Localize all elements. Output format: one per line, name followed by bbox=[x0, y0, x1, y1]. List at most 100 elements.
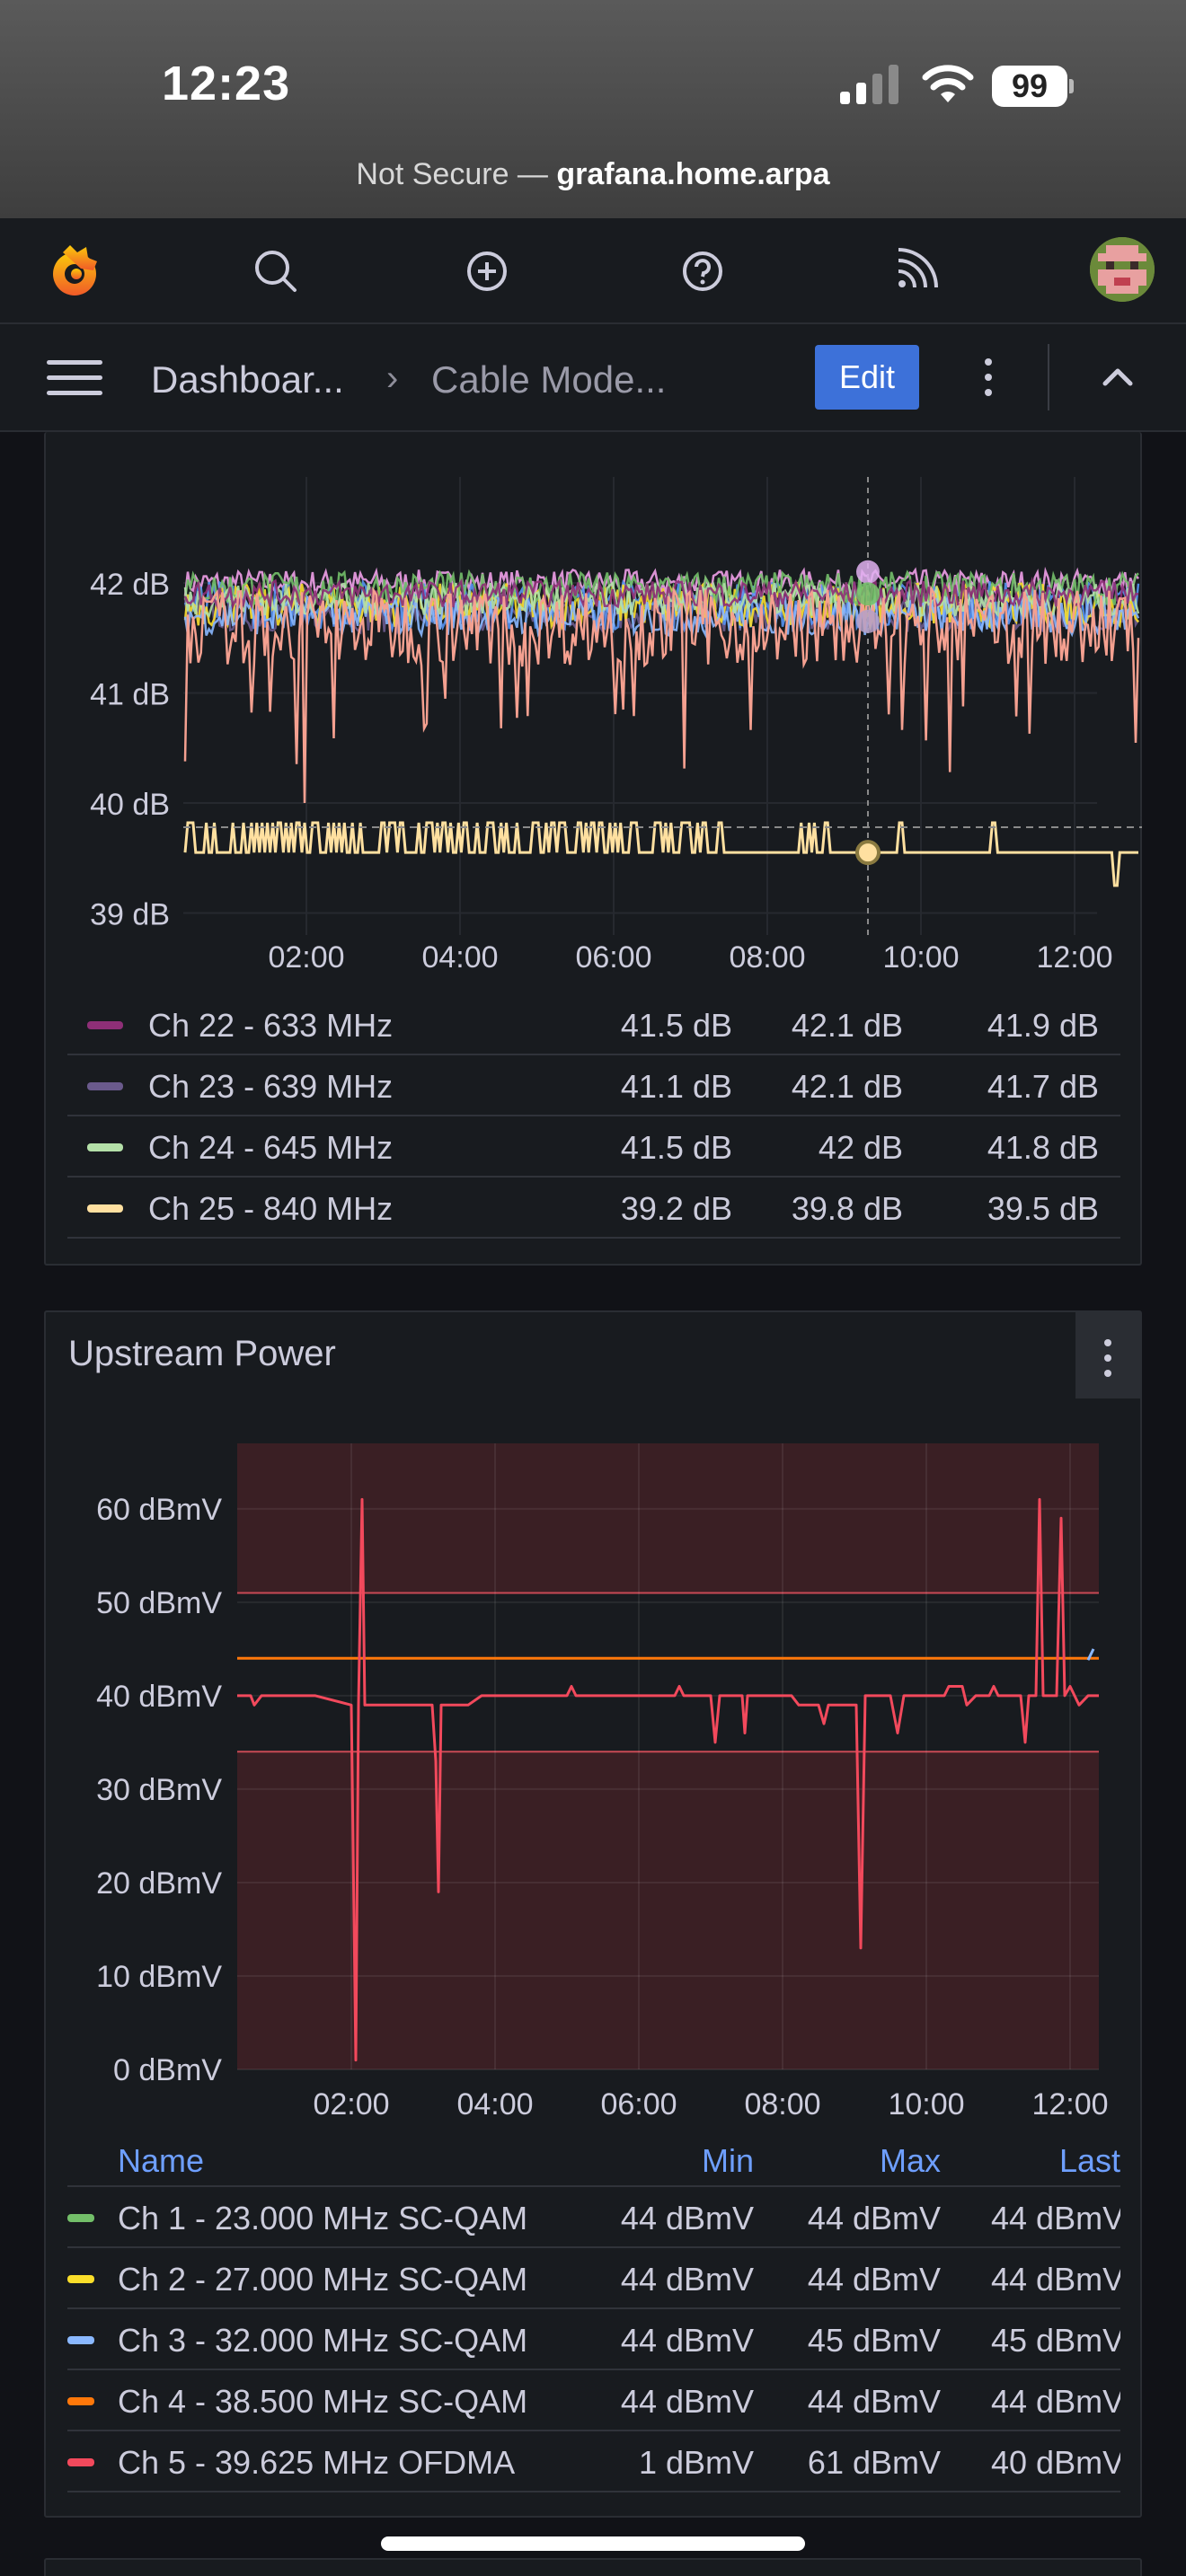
x-tick-label: 06:00 bbox=[600, 2087, 677, 2122]
x-tick-label: 10:00 bbox=[882, 940, 959, 975]
snr-panel: 42 dB 41 dB 40 dB 39 dB 02:00 04:00 06:00 08:00… bbox=[44, 432, 1142, 1266]
series-max: 42.1 dB bbox=[791, 1007, 903, 1044]
series-last: 45 dBmV bbox=[991, 2322, 1120, 2359]
series-max: 42.1 dB bbox=[791, 1068, 903, 1105]
legend-row[interactable]: Ch 23 - 639 MHz 41.1 dB 42.1 dB 41.7 dB bbox=[67, 1055, 1120, 1116]
series-max: 61 dBmV bbox=[807, 2444, 941, 2481]
url-bar[interactable]: Not Secure — grafana.home.arpa bbox=[0, 157, 1186, 192]
ios-status-bar: 12:23 99 Not Secure — grafana.home.arpa bbox=[0, 0, 1186, 218]
edit-button[interactable]: Edit bbox=[815, 345, 919, 410]
upstream-power-chart: 60 dBmV 50 dBmV 40 dBmV 30 dBmV 20 dBmV 10 dB… bbox=[96, 1443, 1109, 2122]
legend-row[interactable]: Ch 1 - 23.000 MHz SC-QAM 44 dBmV 44 dBmV 44… bbox=[67, 2187, 1120, 2248]
series-min: 44 dBmV bbox=[620, 2261, 754, 2298]
series-name: Ch 22 - 633 MHz bbox=[148, 1007, 394, 1044]
series-max: 44 dBmV bbox=[807, 2200, 941, 2236]
series-max: 39.8 dB bbox=[791, 1190, 903, 1227]
y-tick-label: 30 dBmV bbox=[96, 1773, 222, 1807]
panel-menu-icon[interactable] bbox=[1075, 1312, 1140, 1398]
series-name: Ch 2 - 27.000 MHz SC-QAM bbox=[118, 2261, 528, 2298]
legend-row[interactable]: Ch 25 - 840 MHz 39.2 dB 39.8 dB 39.5 dB bbox=[67, 1178, 1120, 1239]
y-tick-label: 40 dBmV bbox=[96, 1680, 222, 1714]
series-color-swatch bbox=[67, 2458, 94, 2466]
help-icon[interactable] bbox=[673, 242, 732, 301]
y-tick-label: 20 dBmV bbox=[96, 1866, 222, 1901]
series-last: 40 dBmV bbox=[991, 2444, 1120, 2481]
series-color-swatch bbox=[67, 2214, 94, 2222]
chevron-up-icon[interactable] bbox=[1098, 358, 1137, 394]
legend-row[interactable]: Ch 5 - 39.625 MHz OFDMA 1 dBmV 61 dBmV 40 d… bbox=[67, 2431, 1120, 2492]
series-color-swatch bbox=[67, 2275, 94, 2283]
breadcrumb-dashboards[interactable]: Dashboar... bbox=[151, 358, 344, 401]
news-feed-icon[interactable] bbox=[885, 242, 944, 301]
legend-header-last[interactable]: Last bbox=[1059, 2142, 1120, 2180]
legend-header-name[interactable]: Name bbox=[118, 2142, 204, 2180]
legend-header: Name Min Max Last bbox=[67, 2137, 1120, 2187]
security-label: Not Secure — bbox=[356, 157, 548, 191]
series-last: 41.9 dB bbox=[987, 1007, 1099, 1044]
series-min: 41.5 dB bbox=[620, 1129, 732, 1166]
menu-icon[interactable] bbox=[47, 360, 102, 398]
series-color-swatch bbox=[87, 1143, 123, 1151]
battery-level: 99 bbox=[992, 66, 1067, 107]
y-tick-label: 60 dBmV bbox=[96, 1493, 222, 1527]
x-tick-label: 06:00 bbox=[575, 940, 651, 975]
more-options-icon[interactable] bbox=[979, 358, 997, 403]
legend-header-min[interactable]: Min bbox=[702, 2142, 754, 2180]
x-tick-label: 04:00 bbox=[456, 2087, 533, 2122]
threshold-region-upper bbox=[237, 1443, 1099, 1593]
y-tick-label: 50 dBmV bbox=[96, 1586, 222, 1620]
divider bbox=[1048, 344, 1049, 410]
series-name: Ch 23 - 639 MHz bbox=[148, 1068, 394, 1105]
breadcrumb-current: Cable Mode... bbox=[431, 358, 667, 401]
series-min: 1 dBmV bbox=[638, 2444, 754, 2481]
x-tick-label: 12:00 bbox=[1036, 940, 1112, 975]
series-last: 44 dBmV bbox=[991, 2200, 1120, 2236]
legend-row[interactable]: Ch 22 - 633 MHz 41.5 dB 42.1 dB 41.9 dB bbox=[67, 994, 1120, 1055]
series-name: Ch 24 - 645 MHz bbox=[148, 1129, 394, 1166]
add-icon[interactable] bbox=[457, 242, 517, 301]
user-avatar[interactable] bbox=[1090, 237, 1155, 302]
top-nav bbox=[0, 218, 1186, 324]
hover-point bbox=[856, 609, 880, 633]
series-last: 39.5 dB bbox=[987, 1190, 1099, 1227]
hover-point bbox=[856, 582, 880, 606]
series-min: 44 dBmV bbox=[620, 2383, 754, 2420]
series-max: 45 dBmV bbox=[807, 2322, 941, 2359]
series-max: 42 dB bbox=[818, 1129, 903, 1166]
upstream-legend: Name Min Max Last Ch 1 - 23.000 MHz SC-Q… bbox=[67, 2137, 1120, 2492]
legend-row[interactable]: Ch 2 - 27.000 MHz SC-QAM 44 dBmV 44 dBmV 44… bbox=[67, 2248, 1120, 2309]
series-max: 44 dBmV bbox=[807, 2261, 941, 2298]
snr-legend: Ch 22 - 633 MHz 41.5 dB 42.1 dB 41.9 dB Ch 2… bbox=[67, 994, 1120, 1239]
series-color-swatch bbox=[87, 1204, 123, 1213]
x-tick-label: 08:00 bbox=[744, 2087, 820, 2122]
hover-point bbox=[856, 560, 880, 584]
series-min: 44 dBmV bbox=[620, 2322, 754, 2359]
x-tick-label: 12:00 bbox=[1031, 2087, 1108, 2122]
upstream-power-panel: Upstream Power 60 dBmV 50 dBmV 40 dBmV 30 d… bbox=[44, 1310, 1142, 2518]
x-tick-label: 04:00 bbox=[421, 940, 498, 975]
series-min: 44 dBmV bbox=[620, 2200, 754, 2236]
series-name: Ch 5 - 39.625 MHz OFDMA bbox=[118, 2444, 516, 2481]
legend-row[interactable]: Ch 24 - 645 MHz 41.5 dB 42 dB 41.8 dB bbox=[67, 1116, 1120, 1178]
series-last: 44 dBmV bbox=[991, 2261, 1120, 2298]
y-tick-label: 39 dB bbox=[90, 898, 170, 932]
avatar-identicon bbox=[1090, 237, 1155, 302]
y-tick-label: 42 dB bbox=[90, 568, 170, 602]
series-min: 39.2 dB bbox=[620, 1190, 732, 1227]
series-name: Ch 4 - 38.500 MHz SC-QAM bbox=[118, 2383, 528, 2420]
battery-icon: 99 bbox=[992, 66, 1074, 107]
series-last: 41.8 dB bbox=[987, 1129, 1099, 1166]
x-tick-label: 02:00 bbox=[268, 940, 344, 975]
legend-header-max[interactable]: Max bbox=[880, 2142, 941, 2180]
series-last: 41.7 dB bbox=[987, 1068, 1099, 1105]
series-name: Ch 25 - 840 MHz bbox=[148, 1190, 394, 1227]
search-icon[interactable] bbox=[246, 242, 305, 301]
host-label: grafana.home.arpa bbox=[556, 157, 830, 191]
series-min: 41.1 dB bbox=[620, 1068, 732, 1105]
grafana-logo-icon[interactable] bbox=[45, 242, 104, 301]
legend-row[interactable]: Ch 4 - 38.500 MHz SC-QAM 44 dBmV 44 dBmV 44… bbox=[67, 2370, 1120, 2431]
home-indicator bbox=[381, 2536, 805, 2551]
legend-row[interactable]: Ch 3 - 32.000 MHz SC-QAM 44 dBmV 45 dBmV 45… bbox=[67, 2309, 1120, 2370]
y-tick-label: 40 dB bbox=[90, 788, 170, 822]
panel-title: Upstream Power bbox=[68, 1334, 336, 1373]
